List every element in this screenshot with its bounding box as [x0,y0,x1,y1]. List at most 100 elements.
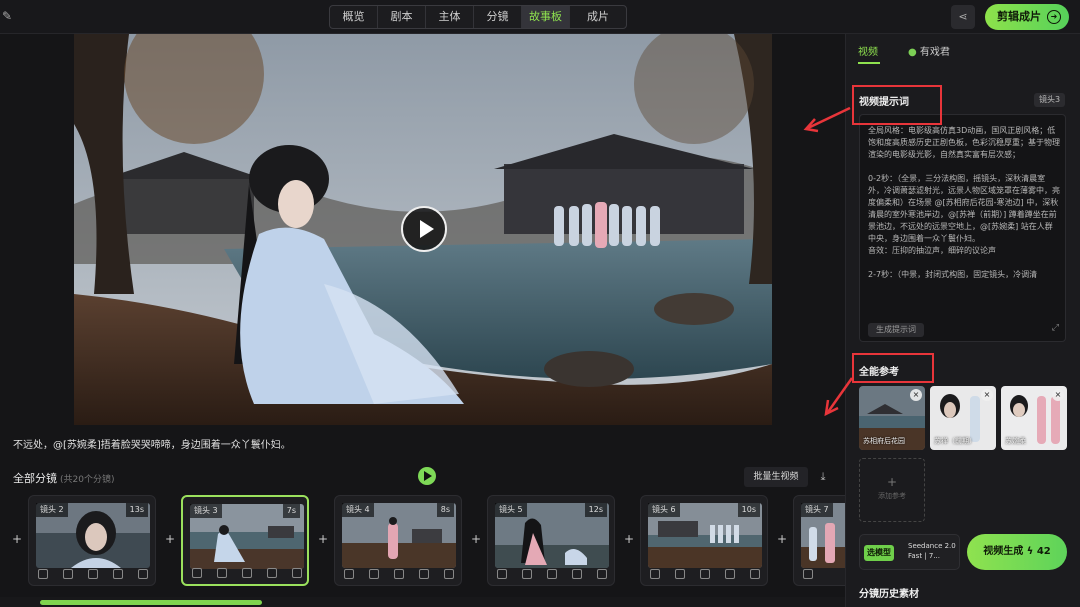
annotation-box-reference [852,353,934,383]
strip-scrollbar[interactable] [0,597,845,607]
shot-toolbar [190,568,304,580]
shot-duration: 7s [282,504,300,518]
reference-tile-suwanrou[interactable]: 苏婉柔 × [1001,386,1067,450]
generate-prompt-button[interactable]: 生成提示词 [868,323,924,337]
close-icon[interactable]: × [1052,389,1064,401]
app-window: ✎ 概览 剧本 主体 分镜 故事板 成片 ⋖ 剪辑成片 ➜ 不远处，@[苏婉柔]… [0,0,1080,607]
tab-shots[interactable]: 分镜 [474,6,522,28]
replace-icon[interactable] [522,569,532,579]
batch-generate-button[interactable]: 批量生视频 [744,467,808,487]
grid-icon[interactable] [572,569,582,579]
tab-script[interactable]: 剧本 [378,6,426,28]
grid-icon[interactable] [267,568,277,578]
tab-final[interactable]: 成片 [570,6,626,28]
insert-shot-button[interactable]: + [470,532,482,546]
tab-underline [858,62,880,64]
replace-icon[interactable] [217,568,227,578]
image-icon[interactable] [650,569,660,579]
reference-label: 苏相府后花园 [863,437,905,445]
shot-card-6[interactable]: 镜头 6 10s [640,495,768,586]
shot-card-2[interactable]: 镜头 2 13s [28,495,156,586]
tab-storyboard[interactable]: 故事板 [522,6,570,28]
replace-icon[interactable] [63,569,73,579]
shot-duration: 13s [125,503,148,517]
image-icon[interactable] [803,569,813,579]
share-icon: ⋖ [958,10,968,23]
expand-icon[interactable]: ⤢ [1052,323,1059,333]
tab-overview[interactable]: 概览 [330,6,378,28]
scroll-thumb[interactable] [40,600,262,605]
shot-duration: 10s [737,503,760,517]
main-area: 不远处，@[苏婉柔]捂着脸哭哭啼啼，身边围着一众丫鬟仆妇。 全部分镜 (共20个分… [0,34,845,607]
close-icon[interactable]: × [910,389,922,401]
shot-toolbar [495,569,609,581]
replace-icon[interactable] [369,569,379,579]
shot-label: 镜头 6 [648,503,680,517]
tab-youxijun-label: 有戏君 [919,47,950,58]
reference-label: 苏婉柔 [1005,437,1026,445]
insert-shot-button[interactable]: + [623,532,635,546]
reference-label: 苏禅（前期） [934,437,976,445]
tab-youxijun[interactable]: ● 有戏君 [908,43,950,58]
close-icon[interactable]: × [981,389,993,401]
share-button[interactable]: ⋖ [951,5,975,29]
copy-icon[interactable] [547,569,557,579]
edit-icon[interactable]: ✎ [2,9,16,23]
nav-tabs: 概览 剧本 主体 分镜 故事板 成片 [329,5,627,29]
reference-tile-garden[interactable]: 苏相府后花园 × [859,386,925,450]
model-selector[interactable]: 选模型 Seedance 2.0 Fast | 7... [859,534,960,570]
download-icon[interactable]: ⤓ [814,467,832,487]
grid-icon[interactable] [419,569,429,579]
shot-toolbar [36,569,150,581]
shot-card-7[interactable]: 镜头 7 [793,495,845,586]
prompt-editor[interactable]: 全局风格：电影级高仿真3D动画，国风正剧风格；低饱和度高质感历史正剧色板，色彩沉… [859,114,1066,342]
shot-card-5[interactable]: 镜头 5 12s [487,495,615,586]
shot-strip: + 镜头 2 13s + 镜头 3 7s + 镜头 4 8s + 镜头 5 12… [0,492,845,588]
arrow-right-icon: ➜ [1047,10,1061,24]
copy-icon[interactable] [88,569,98,579]
shot-duration: 8s [436,503,454,517]
play-all-button[interactable] [418,467,436,485]
delete-icon[interactable] [292,568,302,578]
image-icon[interactable] [497,569,507,579]
delete-icon[interactable] [138,569,148,579]
play-button[interactable] [401,206,447,252]
image-icon[interactable] [344,569,354,579]
shot-card-3[interactable]: 镜头 3 7s [181,495,309,586]
copy-icon[interactable] [394,569,404,579]
video-generate-button[interactable]: 视频生成 ϟ 42 [967,534,1067,570]
grid-icon[interactable] [113,569,123,579]
image-icon[interactable] [192,568,202,578]
add-reference-button[interactable]: + 添加参考 [859,458,925,522]
tab-subjects[interactable]: 主体 [426,6,474,28]
insert-shot-button[interactable]: + [317,532,329,546]
insert-shot-button[interactable]: + [11,532,23,546]
shot-card-4[interactable]: 镜头 4 8s [334,495,462,586]
video-preview[interactable] [74,34,772,425]
tab-video[interactable]: 视频 [858,43,878,58]
delete-icon[interactable] [597,569,607,579]
delete-icon[interactable] [444,569,454,579]
shot-duration: 12s [584,503,607,517]
history-section-title: 分镜历史素材 [859,589,919,600]
replace-icon[interactable] [675,569,685,579]
grid-icon[interactable] [725,569,735,579]
model-name: Seedance 2.0 Fast | 7... [908,542,956,560]
lightning-icon: ϟ [1026,546,1034,557]
insert-shot-button[interactable]: + [776,532,788,546]
copy-icon[interactable] [700,569,710,579]
shot-badge: 镜头3 [1034,93,1066,107]
insert-shot-button[interactable]: + [164,532,176,546]
shot-label: 镜头 3 [190,504,222,518]
top-bar: ✎ 概览 剧本 主体 分镜 故事板 成片 ⋖ 剪辑成片 ➜ [0,0,1080,34]
reference-tile-suchan[interactable]: 苏禅（前期） × [930,386,996,450]
shot-label: 镜头 7 [801,503,833,517]
image-icon[interactable] [38,569,48,579]
delete-icon[interactable] [750,569,760,579]
add-reference-label: 添加参考 [878,492,906,500]
copy-icon[interactable] [242,568,252,578]
clip-final-label: 剪辑成片 [997,10,1041,23]
shot-label: 镜头 2 [36,503,68,517]
prompt-text[interactable]: 全局风格：电影级高仿真3D动画，国风正剧风格；低饱和度高质感历史正剧色板，色彩沉… [868,125,1060,317]
clip-final-button[interactable]: 剪辑成片 ➜ [985,4,1069,30]
